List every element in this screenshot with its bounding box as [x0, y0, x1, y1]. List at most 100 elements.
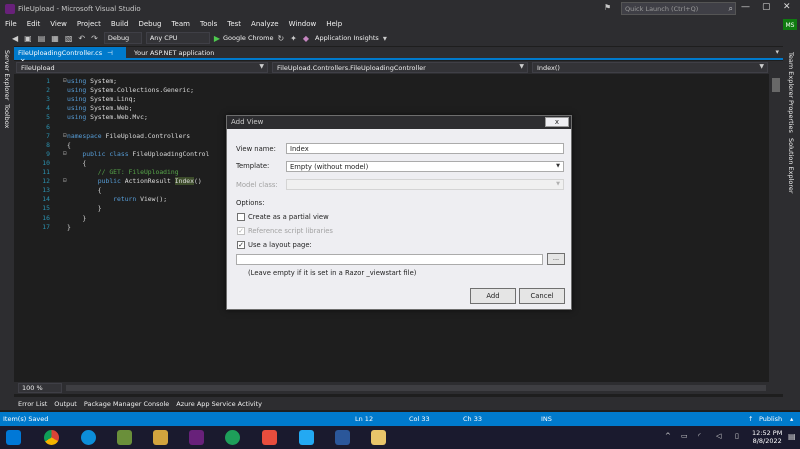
code-text: using System.Collections.Generic; — [67, 86, 194, 94]
project-dropdown[interactable]: FileUpload ▼ — [16, 62, 268, 73]
green-app-icon[interactable] — [225, 430, 240, 445]
scrollbar-thumb[interactable] — [772, 78, 780, 92]
taskbar-clock[interactable]: 12:52 PM 8/8/2022 — [752, 429, 782, 445]
menu-edit[interactable]: Edit — [22, 20, 46, 28]
close-icon[interactable]: ✕ — [783, 2, 791, 12]
git-icon[interactable] — [262, 430, 277, 445]
menu-debug[interactable]: Debug — [133, 20, 166, 28]
menu-team[interactable]: Team — [166, 20, 195, 28]
code-text: using System.Web; — [67, 104, 132, 112]
view-name-input[interactable]: Index — [286, 143, 564, 154]
refresh-icon[interactable]: ↻ — [277, 34, 284, 43]
back-icon[interactable]: ◀ — [12, 34, 18, 43]
maximize-icon[interactable]: ▢ — [762, 2, 771, 12]
tab-fileuploadingcontroller[interactable]: FileUploadingController.cs ⊣ ✕ — [14, 47, 126, 65]
toolbox-tab[interactable]: Toolbox — [3, 104, 11, 128]
status-char: Ch 33 — [463, 415, 482, 423]
code-text: namespace FileUpload.Controllers — [67, 132, 190, 140]
menu-help[interactable]: Help — [321, 20, 347, 28]
cancel-button[interactable]: Cancel — [519, 288, 565, 304]
pin-tab-icon[interactable]: ⊣ — [107, 49, 113, 57]
chevron-up-icon[interactable]: ▴ — [790, 415, 793, 423]
notification-filter-icon[interactable]: ⚑ — [604, 3, 614, 13]
status-insert-mode: INS — [541, 415, 552, 423]
tab-list-icon[interactable]: ▾ — [775, 48, 779, 56]
tab-error-list[interactable]: Error List — [18, 400, 47, 408]
toolbar-overflow-icon[interactable]: ▾ — [383, 34, 387, 43]
code-token: return — [67, 195, 141, 204]
menu-project[interactable]: Project — [72, 20, 106, 28]
member-dropdown[interactable]: Index() ▼ — [532, 62, 768, 73]
word-icon[interactable] — [335, 430, 350, 445]
model-class-dropdown: ▼ — [286, 179, 564, 190]
pin-icon[interactable]: ✦ — [290, 34, 297, 43]
menu-window[interactable]: Window — [284, 20, 322, 28]
network-icon[interactable]: ▭ — [681, 432, 688, 440]
layout-page-input[interactable] — [236, 254, 543, 265]
properties-tab[interactable]: Properties — [787, 100, 795, 133]
edge-icon[interactable] — [81, 430, 96, 445]
search-icon[interactable]: ⌕ — [729, 4, 733, 14]
code-token: System.Collections.Generic; — [90, 86, 194, 95]
publish-button[interactable]: Publish — [759, 415, 782, 423]
browser-selector[interactable]: Google Chrome — [223, 34, 273, 42]
windows-start-icon[interactable] — [6, 430, 21, 445]
layout-page-checkbox[interactable]: ✓ — [237, 241, 245, 249]
redo-icon[interactable]: ↷ — [91, 34, 98, 43]
tab-azure-app-service-activity[interactable]: Azure App Service Activity — [176, 400, 262, 408]
horizontal-scrollbar[interactable] — [66, 385, 766, 391]
tools-icon[interactable] — [153, 430, 168, 445]
server-explorer-tab[interactable]: Server Explorer — [3, 50, 11, 100]
solution-explorer-tab[interactable]: Solution Explorer — [787, 138, 795, 194]
save-all-icon[interactable]: ▧ — [65, 34, 73, 43]
tray-chevron-icon[interactable]: ^ — [665, 432, 671, 440]
quick-launch-input[interactable]: Quick Launch (Ctrl+Q) ⌕ — [621, 2, 736, 15]
class-dropdown[interactable]: FileUpload.Controllers.FileUploadingCont… — [272, 62, 528, 73]
application-insights-icon[interactable]: ◆ — [303, 34, 309, 43]
publish-icon[interactable]: ↑ — [748, 415, 753, 423]
vscode-icon[interactable] — [299, 430, 314, 445]
menu-test[interactable]: Test — [222, 20, 246, 28]
new-project-icon[interactable]: ▣ — [24, 34, 32, 43]
zoom-dropdown[interactable]: 100 % — [18, 383, 62, 393]
visual-studio-icon[interactable] — [189, 430, 204, 445]
configuration-dropdown[interactable]: Debug — [103, 32, 142, 44]
chrome-icon[interactable] — [44, 430, 59, 445]
dialog-close-button[interactable]: x — [545, 117, 569, 127]
menu-tools[interactable]: Tools — [195, 20, 222, 28]
code-token: { — [67, 186, 102, 195]
code-line[interactable]: 4 using System.Web; — [14, 104, 769, 113]
code-token: // GET: FileUploading — [67, 168, 179, 176]
code-line[interactable]: 2 using System.Collections.Generic; — [14, 86, 769, 95]
file-explorer-icon[interactable] — [371, 430, 386, 445]
wifi-icon[interactable]: ◜ — [698, 432, 701, 440]
menu-view[interactable]: View — [45, 20, 72, 28]
open-icon[interactable]: ▤ — [38, 34, 46, 43]
application-insights-button[interactable]: Application Insights — [315, 34, 379, 42]
code-text: } — [67, 214, 86, 222]
start-debug-icon[interactable]: ▶ — [214, 34, 220, 43]
code-line[interactable]: 3 using System.Linq; — [14, 95, 769, 104]
undo-icon[interactable]: ↶ — [78, 34, 85, 43]
template-dropdown[interactable]: Empty (without model) ▼ — [286, 161, 564, 172]
app-icon[interactable] — [117, 430, 132, 445]
minimize-icon[interactable]: — — [741, 2, 750, 12]
tab-aspnet-application[interactable]: Your ASP.NET application — [130, 47, 218, 58]
volume-icon[interactable]: ◁ — [716, 432, 721, 440]
partial-view-checkbox[interactable] — [237, 213, 245, 221]
menu-analyze[interactable]: Analyze — [246, 20, 284, 28]
menu-file[interactable]: File — [0, 20, 22, 28]
save-icon[interactable]: ▦ — [51, 34, 59, 43]
team-explorer-tab[interactable]: Team Explorer — [787, 52, 795, 98]
browse-button[interactable]: ... — [547, 253, 565, 265]
battery-icon[interactable]: ▯ — [735, 432, 739, 440]
notifications-icon[interactable]: ▤ — [788, 432, 796, 441]
vertical-scrollbar[interactable] — [769, 74, 783, 382]
tab-package-manager-console[interactable]: Package Manager Console — [84, 400, 169, 408]
platform-dropdown[interactable]: Any CPU — [145, 32, 210, 44]
tab-output[interactable]: Output — [54, 400, 77, 408]
code-line[interactable]: 1 ⊟ using System; — [14, 77, 769, 86]
code-token: { — [67, 140, 71, 149]
menu-build[interactable]: Build — [106, 20, 134, 28]
add-button[interactable]: Add — [470, 288, 516, 304]
